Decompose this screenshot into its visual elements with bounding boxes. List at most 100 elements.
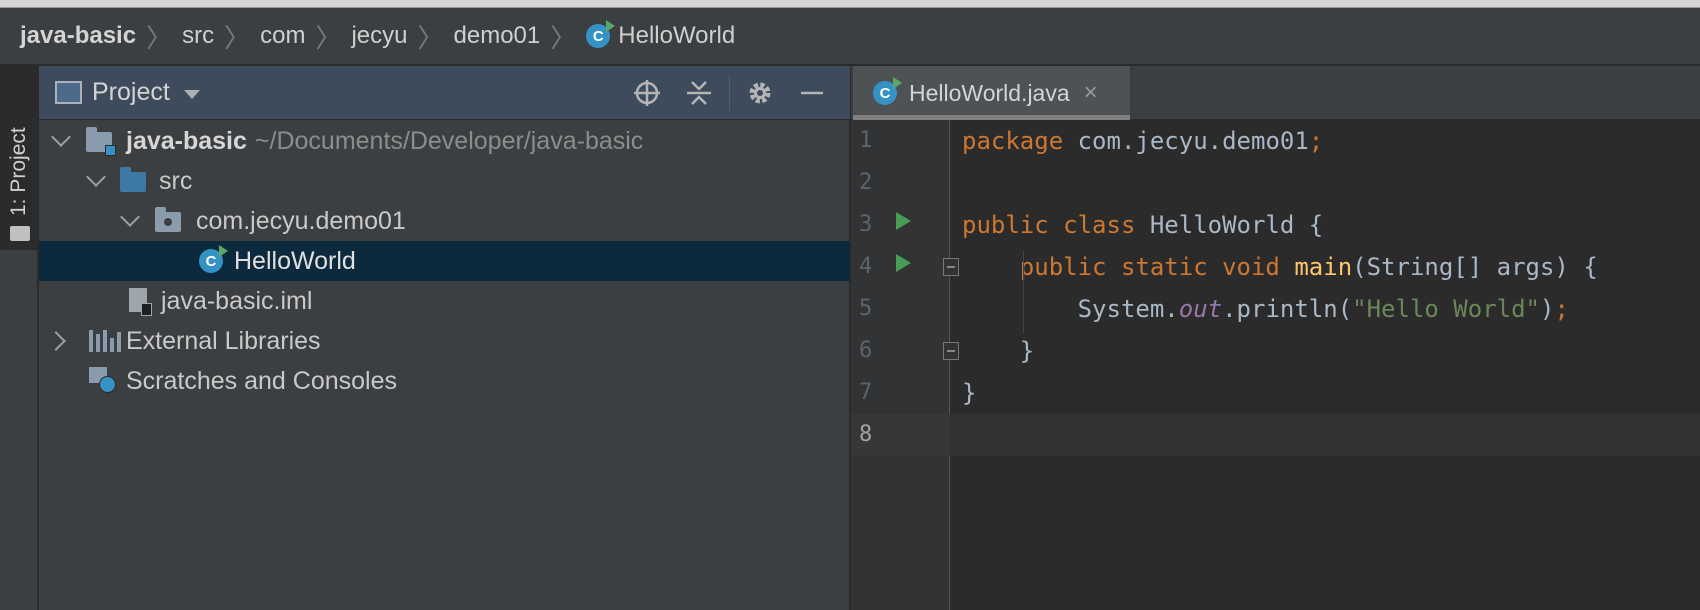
tree-item-label: External Libraries [126, 326, 321, 355]
iml-file-icon [129, 288, 152, 316]
code-editor[interactable]: 1 2 3 4 5 6 7 8 package com.jecyu.demo01… [851, 120, 1700, 610]
fold-marker-icon[interactable] [943, 342, 959, 360]
code-line-5: System.out.println("Hello World"); [962, 288, 1569, 330]
breadcrumb-item-src[interactable]: src [182, 22, 214, 50]
editor-tab-bar: C HelloWorld.java × [851, 66, 1700, 120]
locate-icon[interactable] [621, 73, 673, 113]
line-number: 5 [859, 296, 873, 321]
folder-icon [10, 226, 30, 241]
code-line-4: public static void main(String[] args) { [962, 246, 1598, 288]
chevron-right-icon: 〉 [550, 22, 577, 53]
chevron-right-icon: 〉 [315, 22, 342, 53]
module-folder-icon [86, 127, 116, 156]
close-icon[interactable]: × [1084, 79, 1098, 107]
caret-down-icon [183, 89, 200, 99]
tree-item-src[interactable]: src [39, 161, 850, 201]
method-name-token: main [1294, 253, 1353, 281]
chevron-right-icon[interactable] [46, 331, 66, 351]
project-tool-tab-label: 1: Project [7, 127, 30, 216]
tree-item-iml[interactable]: java-basic.iml [39, 281, 850, 321]
chevron-down-icon[interactable] [86, 167, 106, 187]
run-main-icon[interactable] [896, 254, 911, 272]
breadcrumb-item-helloworld[interactable]: C HelloWorld [586, 20, 735, 50]
paren-token: ) [1540, 295, 1555, 323]
keyword-token: public class [962, 211, 1136, 239]
semicolon-token: ; [1554, 295, 1569, 323]
tree-item-label-text: java-basic [126, 126, 247, 155]
code-line-3: public class HelloWorld { [962, 204, 1323, 246]
tree-item-label: java-basic.iml [161, 286, 313, 315]
tab-helloworld-java[interactable]: C HelloWorld.java × [853, 66, 1130, 120]
tree-item-helloworld[interactable]: C HelloWorld [39, 241, 850, 281]
project-tool-tab[interactable]: 1: Project [0, 66, 38, 250]
tree-item-label: com.jecyu.demo01 [196, 206, 406, 235]
project-panel-title: Project [92, 78, 170, 106]
run-class-icon[interactable] [896, 212, 911, 230]
java-class-icon: C [873, 77, 902, 105]
fold-marker-icon[interactable] [943, 258, 959, 276]
breadcrumb-item-java-basic[interactable]: java-basic [20, 22, 136, 50]
system-token: System. [1077, 295, 1179, 323]
keyword-token: package [962, 127, 1064, 155]
java-class-icon: C [199, 245, 228, 273]
code-line-6: } [962, 330, 1034, 372]
chevron-right-icon: 〉 [417, 22, 444, 53]
tree-item-label: java-basic ~/Documents/Developer/java-bas… [126, 127, 643, 156]
params-token: (String[] args) { [1352, 253, 1598, 281]
class-name-token: HelloWorld { [1135, 211, 1324, 239]
tree-item-label: HelloWorld [234, 246, 356, 275]
tree-item-label: src [159, 166, 193, 195]
current-line-highlight [851, 414, 1700, 456]
chevron-right-icon: 〉 [224, 22, 251, 53]
chevron-down-icon[interactable] [120, 207, 140, 227]
package-folder-icon [155, 207, 181, 232]
project-panel-actions [621, 66, 838, 120]
brace-token: } [962, 379, 977, 407]
breadcrumb-item-com[interactable]: com [260, 22, 305, 50]
breadcrumb-item-demo01[interactable]: demo01 [454, 22, 541, 50]
gear-icon[interactable] [734, 73, 786, 113]
tree-item-label: Scratches and Consoles [126, 366, 397, 395]
line-number: 2 [859, 170, 873, 195]
module-path: ~/Documents/Developer/java-basic [254, 126, 644, 155]
line-number: 1 [859, 128, 873, 153]
package-dot [164, 218, 172, 226]
scratches-icon [89, 367, 116, 393]
tab-label: HelloWorld.java [909, 79, 1070, 106]
line-number: 8 [859, 422, 873, 447]
chevron-down-icon[interactable] [51, 127, 71, 147]
line-number: 4 [859, 254, 873, 279]
library-icon [89, 330, 121, 352]
source-folder-icon [120, 167, 146, 192]
indent-guide [1023, 250, 1024, 334]
tool-window-stripe: 1: Project [0, 66, 38, 610]
collapse-all-icon[interactable] [673, 73, 725, 113]
line-number: 6 [859, 338, 873, 363]
line-number: 7 [859, 380, 873, 405]
method-call-token: .println( [1222, 295, 1353, 323]
package-name-token: com.jecyu.demo01 [1063, 127, 1309, 155]
breadcrumb: java-basic 〉 src 〉 com 〉 jecyu 〉 demo01 … [0, 8, 1700, 65]
breadcrumb-item-jecyu[interactable]: jecyu [351, 22, 407, 50]
java-class-icon: C [586, 20, 616, 48]
project-view-selector[interactable]: Project [55, 78, 200, 107]
tree-item-external-libraries[interactable]: External Libraries [39, 321, 850, 361]
project-panel: Project java-basic ~/Documents/Developer… [39, 66, 850, 610]
line-number: 3 [859, 212, 873, 237]
keyword-token: public static void [1019, 253, 1280, 281]
semicolon-token: ; [1308, 127, 1324, 155]
toolbar-divider [729, 75, 730, 111]
hide-icon[interactable] [786, 73, 838, 113]
string-literal-token: "Hello World" [1352, 295, 1540, 323]
brace-token: } [1019, 337, 1035, 365]
code-line-1: package com.jecyu.demo01; [962, 120, 1323, 162]
window-top-strip [0, 0, 1700, 8]
tree-item-scratches[interactable]: Scratches and Consoles [39, 361, 850, 401]
tree-item-java-basic[interactable]: java-basic ~/Documents/Developer/java-bas… [39, 121, 850, 161]
project-panel-header: Project [39, 66, 850, 120]
chevron-right-icon: 〉 [146, 22, 173, 53]
project-window-icon [55, 81, 82, 104]
code-content: package com.jecyu.demo01; public class H… [962, 120, 1598, 407]
module-badge-icon [105, 145, 116, 156]
tree-item-package[interactable]: com.jecyu.demo01 [39, 201, 850, 241]
